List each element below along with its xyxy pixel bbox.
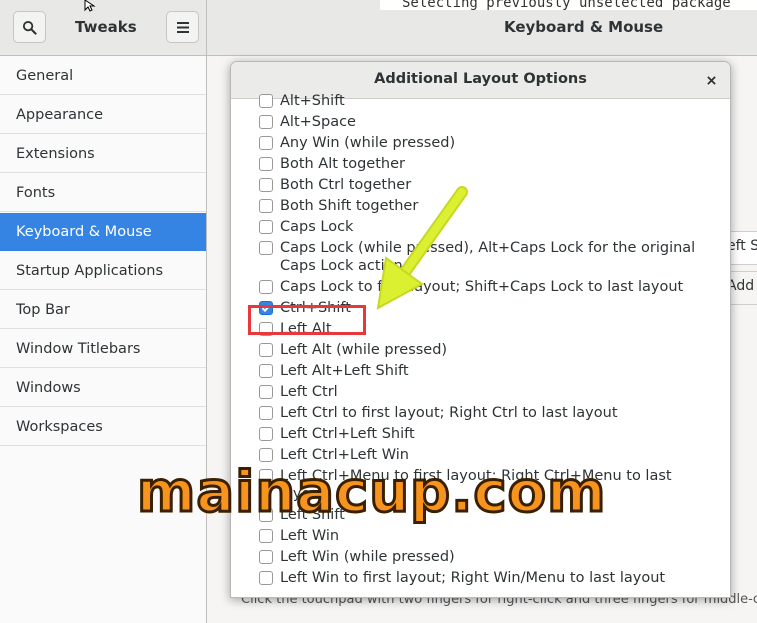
layout-option[interactable]: Any Win (while pressed) <box>259 134 720 152</box>
sidebar-item-label: Appearance <box>16 106 104 123</box>
layout-option-label: Alt+Shift <box>280 93 345 109</box>
sidebar-item-window-titlebars[interactable]: Window Titlebars <box>0 330 206 368</box>
sidebar-item-fonts[interactable]: Fonts <box>0 174 206 212</box>
sidebar-item-top-bar[interactable]: Top Bar <box>0 291 206 329</box>
close-icon <box>706 75 716 85</box>
sidebar-item-keyboard-mouse[interactable]: Keyboard & Mouse <box>0 213 206 251</box>
sidebar-item-general[interactable]: General <box>0 57 206 95</box>
sidebar-item-workspaces[interactable]: Workspaces <box>0 408 206 446</box>
sidebar-item-extensions[interactable]: Extensions <box>0 135 206 173</box>
layout-option-label: Left Win <box>280 528 340 544</box>
layout-option[interactable]: Left Alt+Left Shift <box>259 362 720 380</box>
watermark: mainacup.com <box>135 460 607 525</box>
menu-button[interactable] <box>166 11 199 43</box>
sidebar-header: Tweaks <box>0 0 207 55</box>
mouse-pointer-icon <box>84 0 96 12</box>
highlight-box <box>248 305 366 335</box>
layout-option[interactable]: Left Alt (while pressed) <box>259 341 720 359</box>
checkbox[interactable] <box>259 220 273 234</box>
sidebar-item-label: Fonts <box>16 184 56 201</box>
layout-option-label: Left Ctrl+Left Shift <box>280 426 415 442</box>
checkbox[interactable] <box>259 115 273 129</box>
checkbox[interactable] <box>259 571 273 585</box>
layout-option[interactable]: Left Ctrl+Left Shift <box>259 425 720 443</box>
layout-option[interactable]: Caps Lock to first layout; Shift+Caps Lo… <box>259 278 720 296</box>
layout-option[interactable]: Left Ctrl to first layout; Right Ctrl to… <box>259 404 720 422</box>
sidebar-item-label: Keyboard & Mouse <box>16 223 152 240</box>
layout-option[interactable]: Alt+Space <box>259 113 720 131</box>
layout-option-label: Any Win (while pressed) <box>280 135 456 151</box>
layout-option-label: Both Ctrl together <box>280 177 412 193</box>
layout-option[interactable]: Left Win to first layout; Right Win/Menu… <box>259 569 720 587</box>
sidebar: General Appearance Extensions Fonts Keyb… <box>0 56 207 623</box>
layout-option[interactable]: Caps Lock (while pressed), Alt+Caps Lock… <box>259 239 720 275</box>
checkbox[interactable] <box>259 94 273 108</box>
checkbox[interactable] <box>259 427 273 441</box>
search-button[interactable] <box>13 11 46 43</box>
layout-option-label: Caps Lock (while pressed), Alt+Caps Lock… <box>280 240 696 274</box>
sidebar-item-windows[interactable]: Windows <box>0 369 206 407</box>
search-icon <box>22 20 37 35</box>
checkbox[interactable] <box>259 343 273 357</box>
app-title: Tweaks <box>75 18 137 36</box>
layout-option-label: Left Ctrl to first layout; Right Ctrl to… <box>280 405 618 421</box>
section-title: Keyboard & Mouse <box>504 18 664 36</box>
sidebar-item-label: Windows <box>16 379 81 396</box>
sidebar-item-label: Top Bar <box>16 301 70 318</box>
close-button[interactable] <box>701 70 721 90</box>
background-terminal-text: Selecting previously unselected package <box>380 0 757 10</box>
layout-option-label: Left Win (while pressed) <box>280 549 455 565</box>
checkbox[interactable] <box>259 136 273 150</box>
layout-option-label: Both Shift together <box>280 198 419 214</box>
layout-option-label: Both Alt together <box>280 156 405 172</box>
layout-option[interactable]: Both Ctrl together <box>259 176 720 194</box>
layout-option-label: Caps Lock <box>280 219 354 235</box>
sidebar-item-label: Window Titlebars <box>16 340 141 357</box>
checkbox[interactable] <box>259 199 273 213</box>
checkbox[interactable] <box>259 178 273 192</box>
checkbox[interactable] <box>259 280 273 294</box>
sidebar-list: General Appearance Extensions Fonts Keyb… <box>0 57 206 446</box>
layout-option[interactable]: Left Win <box>259 527 720 545</box>
checkbox[interactable] <box>259 550 273 564</box>
sidebar-item-label: General <box>16 67 74 84</box>
hamburger-menu-icon <box>176 21 189 33</box>
layout-option-label: Alt+Space <box>280 114 356 130</box>
checkbox[interactable] <box>259 241 273 255</box>
sidebar-item-label: Startup Applications <box>16 262 163 279</box>
layout-option-label: Left Alt+Left Shift <box>280 363 409 379</box>
checkbox[interactable] <box>259 529 273 543</box>
layout-option[interactable]: Alt+Shift <box>259 92 720 110</box>
layout-option-label: Left Ctrl <box>280 384 338 400</box>
layout-option[interactable]: Both Shift together <box>259 197 720 215</box>
checkbox[interactable] <box>259 157 273 171</box>
sidebar-item-label: Workspaces <box>16 418 103 435</box>
layout-option-label: Caps Lock to first layout; Shift+Caps Lo… <box>280 279 684 295</box>
checkbox[interactable] <box>259 364 273 378</box>
layout-option[interactable]: Caps Lock <box>259 218 720 236</box>
layout-option-label: Left Alt (while pressed) <box>280 342 448 358</box>
background-add-label: Add <box>727 278 755 294</box>
layout-option[interactable]: Left Ctrl <box>259 383 720 401</box>
annotation-arrow-icon <box>376 186 468 310</box>
layout-option[interactable]: Left Win (while pressed) <box>259 548 720 566</box>
sidebar-item-label: Extensions <box>16 145 95 162</box>
checkbox[interactable] <box>259 406 273 420</box>
sidebar-item-appearance[interactable]: Appearance <box>0 96 206 134</box>
layout-option[interactable]: Both Alt together <box>259 155 720 173</box>
sidebar-item-startup-applications[interactable]: Startup Applications <box>0 252 206 290</box>
background-dropdown-label: eft S <box>727 238 757 254</box>
dialog-title: Additional Layout Options <box>374 71 587 87</box>
layout-option-label: Left Win to first layout; Right Win/Menu… <box>280 570 666 586</box>
checkbox[interactable] <box>259 385 273 399</box>
